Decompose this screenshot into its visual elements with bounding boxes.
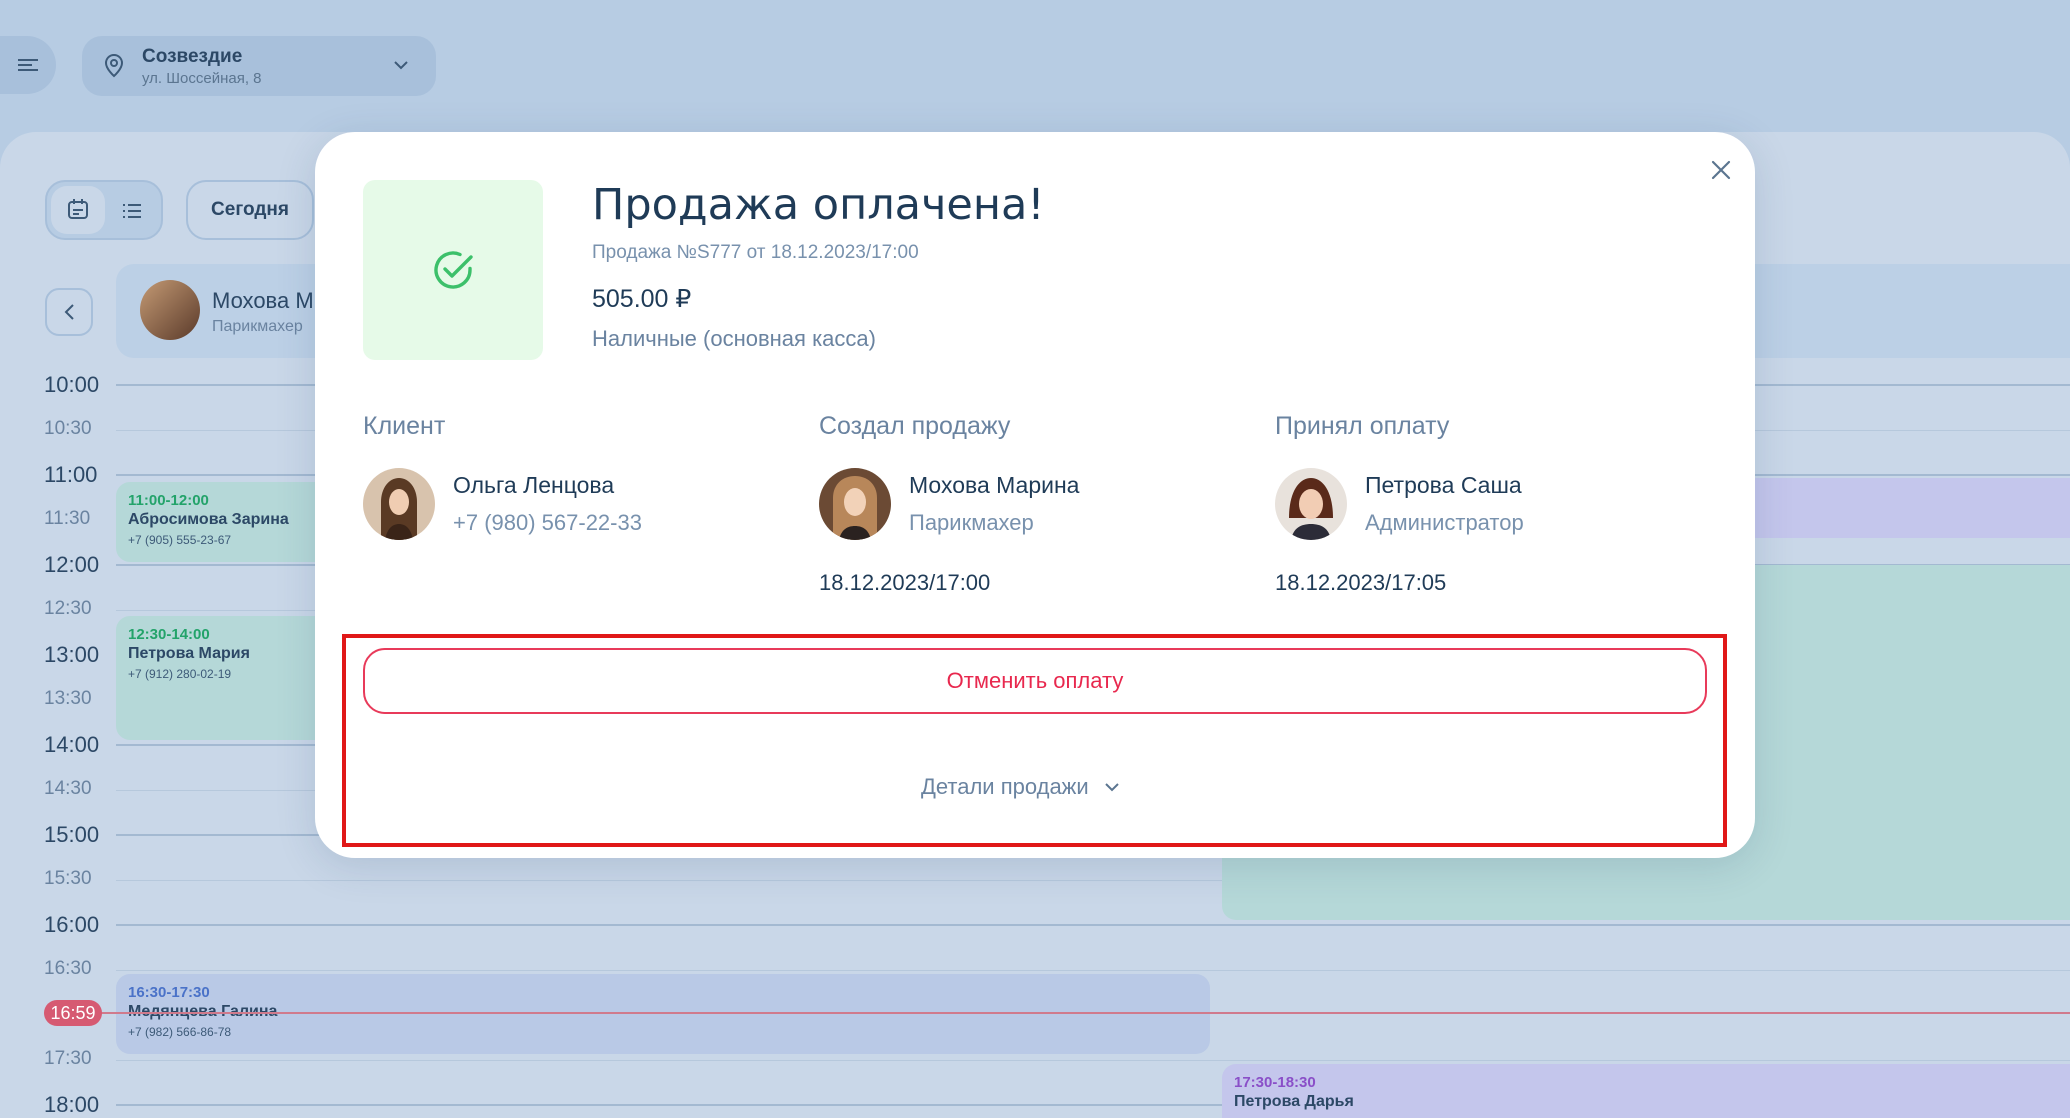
- current-time-line: [100, 1012, 2070, 1014]
- time-label: 14:00: [44, 732, 100, 757]
- appointment-phone: +7 (982) 566-86-78: [128, 1025, 232, 1039]
- time-label: 11:00: [44, 462, 98, 487]
- receiver-avatar: [1275, 468, 1347, 540]
- sale-details-label: Детали продажи: [921, 774, 1089, 799]
- current-time-badge: 16:59: [44, 1000, 102, 1026]
- chevron-down-icon: [1104, 783, 1119, 792]
- appointment-client: Петрова Дарья: [1234, 1093, 1354, 1110]
- view-toggle[interactable]: [45, 180, 163, 240]
- grid-line: [116, 970, 2070, 971]
- grid-line: [116, 1060, 2070, 1061]
- appointment-phone: +7 (912) 280-02-19: [128, 667, 232, 681]
- close-icon[interactable]: [1707, 156, 1735, 184]
- location-address: ул. Шоссейная, 8: [142, 70, 262, 87]
- location-pin-icon: [104, 54, 124, 78]
- staff-role: Парикмахер: [212, 318, 303, 335]
- time-label: 16:30: [44, 958, 92, 979]
- today-button[interactable]: Сегодня: [186, 180, 314, 240]
- location-select[interactable]: Созвездие ул. Шоссейная, 8: [82, 36, 436, 96]
- time-label: 17:30: [44, 1048, 92, 1069]
- list-icon[interactable]: [121, 200, 143, 222]
- payment-received-date: 18.12.2023/17:05: [1275, 570, 1447, 595]
- sale-number: Продажа №S777 от 18.12.2023/17:00: [592, 242, 919, 263]
- calendar-icon: [68, 199, 88, 219]
- time-label: 18:00: [44, 1092, 100, 1117]
- modal-title: Продажа оплачена!: [592, 180, 1045, 230]
- creator-heading: Создал продажу: [819, 412, 1011, 440]
- prev-button[interactable]: [45, 288, 93, 336]
- time-label: 11:30: [44, 508, 91, 529]
- receiver-role: Администратор: [1365, 510, 1524, 535]
- receiver-name: Петрова Саша: [1365, 472, 1522, 498]
- appointment-client: Петрова Мария: [128, 645, 250, 662]
- sale-details-toggle[interactable]: Детали продажи: [921, 772, 1121, 802]
- chevron-down-icon: [394, 61, 408, 70]
- creator-avatar: [819, 468, 891, 540]
- appointment-phone: +7 (905) 555-23-67: [128, 533, 232, 547]
- time-label: 12:30: [44, 598, 92, 619]
- staff-column-header[interactable]: Мохова М Парикмахер: [116, 264, 336, 358]
- grid-line: [116, 924, 2070, 926]
- calendar-view-button[interactable]: [51, 186, 105, 234]
- time-label: 12:00: [44, 552, 100, 577]
- staff-name: Мохова М: [212, 288, 314, 313]
- time-label: 15:00: [44, 822, 100, 847]
- appointment-card[interactable]: [1755, 478, 2070, 538]
- appointment-card[interactable]: 16:30-17:30 Медянцева Галина +7 (982) 56…: [116, 974, 1210, 1054]
- sale-created-date: 18.12.2023/17:00: [819, 570, 991, 595]
- creator-role: Парикмахер: [909, 510, 1034, 535]
- time-label: 14:30: [44, 778, 92, 799]
- check-circle-icon: [434, 251, 473, 289]
- time-label: 15:30: [44, 868, 92, 889]
- time-label: 16:00: [44, 912, 100, 937]
- hamburger-icon: [18, 56, 38, 74]
- location-name: Созвездие: [142, 46, 243, 67]
- appointment-time: 11:00-12:00: [128, 492, 209, 509]
- avatar: [140, 280, 200, 340]
- chevron-left-icon: [64, 304, 74, 320]
- appointment-time: 12:30-14:00: [128, 626, 210, 643]
- client-avatar: [363, 468, 435, 540]
- time-label: 10:00: [44, 372, 100, 397]
- receiver-heading: Принял оплату: [1275, 412, 1450, 440]
- sale-paid-modal: Продажа оплачена! Продажа №S777 от 18.12…: [315, 132, 1755, 858]
- appointment-card[interactable]: 17:30-18:30 Петрова Дарья: [1222, 1064, 2070, 1118]
- creator-name: Мохова Марина: [909, 472, 1080, 498]
- success-indicator: [363, 180, 543, 360]
- client-heading: Клиент: [363, 412, 446, 440]
- time-label: 13:00: [44, 642, 100, 667]
- client-name: Ольга Ленцова: [453, 472, 615, 498]
- appointment-time: 17:30-18:30: [1234, 1074, 1316, 1091]
- menu-button[interactable]: [0, 36, 56, 94]
- time-label: 13:30: [44, 688, 92, 709]
- appointment-client: Абросимова Зарина: [128, 511, 289, 528]
- client-phone: +7 (980) 567-22-33: [453, 510, 642, 535]
- payment-method: Наличные (основная касса): [592, 326, 876, 351]
- time-label: 10:30: [44, 418, 92, 439]
- appointment-time: 16:30-17:30: [128, 984, 210, 1001]
- cancel-payment-button[interactable]: Отменить оплату: [363, 648, 1707, 714]
- sale-amount: 505.00 ₽: [592, 285, 692, 313]
- top-bar: Созвездие ул. Шоссейная, 8: [0, 0, 2070, 132]
